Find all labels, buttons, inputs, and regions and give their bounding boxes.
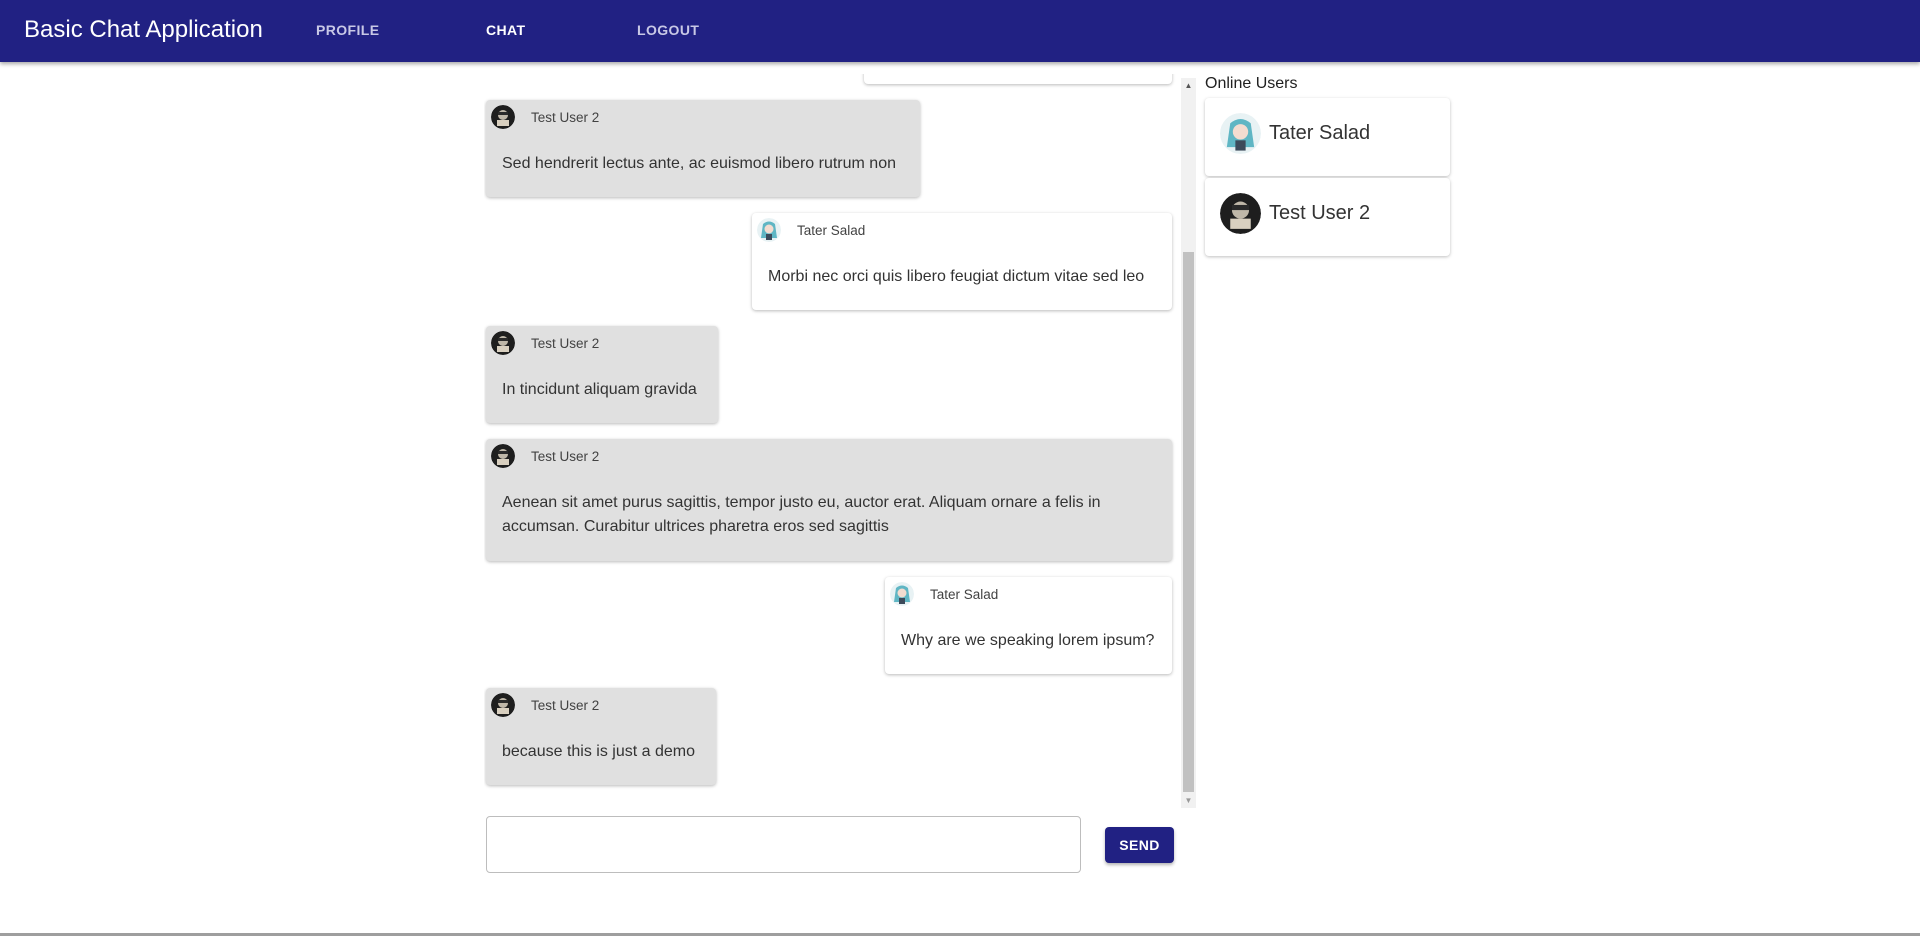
message-bubble-partial <box>864 74 1172 84</box>
online-users-title: Online Users <box>1205 75 1298 92</box>
message-text: Why are we speaking lorem ipsum? <box>901 632 1155 649</box>
anime-avatar-icon <box>890 582 914 606</box>
message-bubble: Test User 2 because this is just a demo <box>486 688 716 785</box>
online-user-card[interactable]: Test User 2 <box>1205 178 1450 256</box>
online-user-name: Test User 2 <box>1269 202 1371 224</box>
anime-avatar-icon <box>1220 113 1261 154</box>
app-bar: Basic Chat Application PROFILE CHAT LOGO… <box>0 0 1920 62</box>
dark-avatar-icon <box>491 331 515 355</box>
message-text: Aenean sit amet purus sagittis, tempor j… <box>502 494 1101 535</box>
message-text: Morbi nec orci quis libero feugiat dictu… <box>768 268 1145 285</box>
nav-chat-link[interactable]: CHAT <box>486 22 525 38</box>
message-bubble: Test User 2 In tincidunt aliquam gravida <box>486 326 718 423</box>
send-button[interactable]: SEND <box>1105 827 1174 863</box>
nav-profile-link[interactable]: PROFILE <box>316 22 379 38</box>
nav-logout-link[interactable]: LOGOUT <box>637 22 699 38</box>
dark-avatar-icon <box>491 693 515 717</box>
message-bubble: Test User 2 Aenean sit amet purus sagitt… <box>486 439 1172 561</box>
message-bubble: Test User 2 Sed hendrerit lectus ante, a… <box>486 100 920 197</box>
message-text: because this is just a demo <box>502 743 695 760</box>
message-text: Sed hendrerit lectus ante, ac euismod li… <box>502 155 896 172</box>
message-author: Tater Salad <box>797 223 866 238</box>
message-author: Tater Salad <box>930 587 999 602</box>
app-title: Basic Chat Application <box>24 16 263 43</box>
message-bubble: Tater Salad Why are we speaking lorem ip… <box>885 577 1172 674</box>
dark-avatar-icon <box>491 444 515 468</box>
message-author: Test User 2 <box>531 449 600 464</box>
anime-avatar-icon <box>757 218 781 242</box>
message-author: Test User 2 <box>531 698 600 713</box>
online-user-card[interactable]: Tater Salad <box>1205 98 1450 176</box>
online-user-name: Tater Salad <box>1269 122 1371 144</box>
scroll-up-arrow-icon[interactable]: ▲ <box>1181 78 1196 93</box>
message-bubble: Tater Salad Morbi nec orci quis libero f… <box>752 213 1172 310</box>
message-input[interactable] <box>486 816 1081 873</box>
message-author: Test User 2 <box>531 110 600 125</box>
dark-avatar-icon <box>1220 193 1261 234</box>
chat-message-list[interactable]: Test User 2 Sed hendrerit lectus ante, a… <box>484 74 1196 808</box>
scroll-down-arrow-icon[interactable]: ▼ <box>1181 793 1196 808</box>
message-author: Test User 2 <box>531 336 600 351</box>
message-text: In tincidunt aliquam gravida <box>502 381 697 398</box>
scrollbar-thumb[interactable] <box>1183 252 1194 792</box>
dark-avatar-icon <box>491 105 515 129</box>
chat-scrollbar[interactable]: ▲ ▼ <box>1181 78 1196 808</box>
